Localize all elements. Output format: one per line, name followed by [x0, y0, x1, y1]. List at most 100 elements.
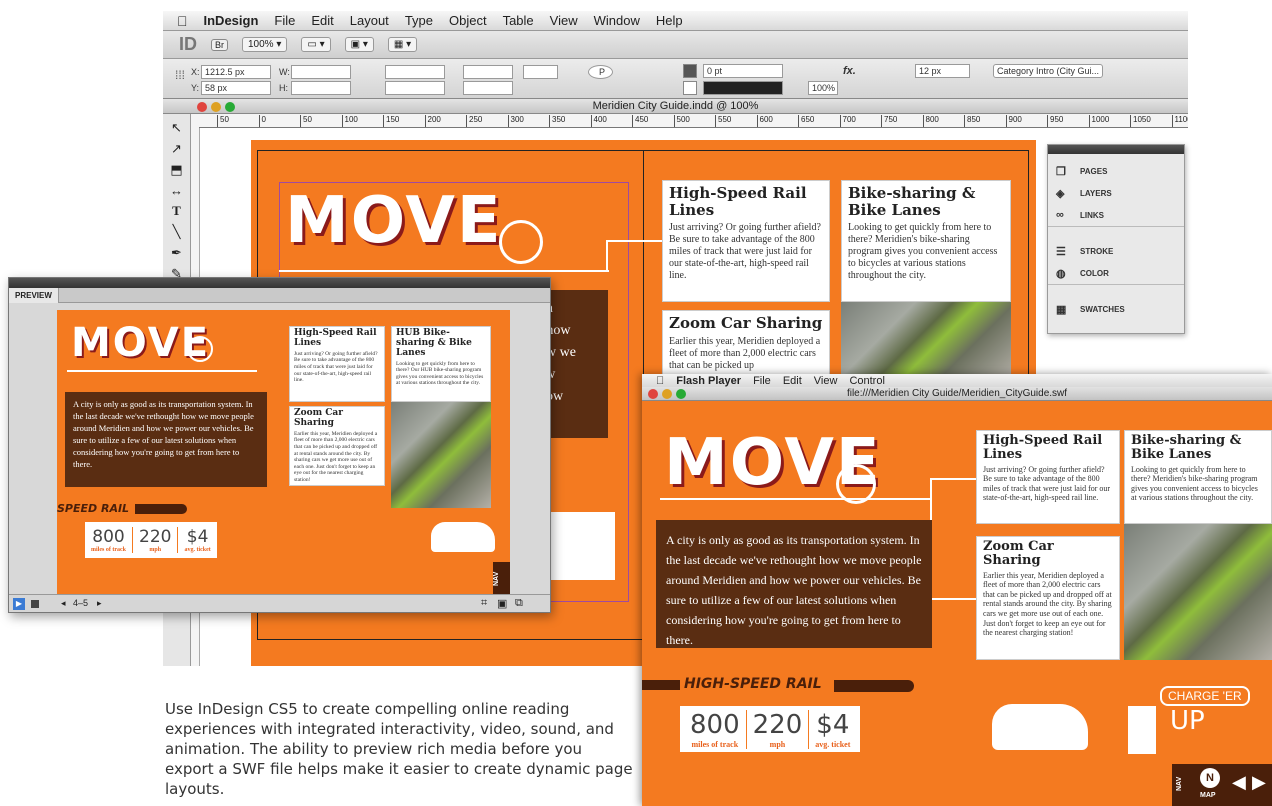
- ruler-tick-label: 250: [466, 115, 482, 127]
- minimize-window-button[interactable]: [211, 102, 221, 112]
- screen-mode-dropdown[interactable]: ▣ ▾: [344, 37, 374, 52]
- next-page-icon[interactable]: ▸: [97, 598, 102, 609]
- menu-layout[interactable]: Layout: [350, 13, 389, 28]
- menu-view[interactable]: View: [814, 375, 838, 387]
- direct-selection-tool-icon[interactable]: ↗: [171, 141, 182, 157]
- pen-tool-icon[interactable]: ✒: [171, 245, 182, 261]
- preview-document-icon[interactable]: ⧉: [515, 597, 523, 610]
- selection-tool-icon[interactable]: ↖: [171, 120, 182, 136]
- panel-header[interactable]: [1048, 145, 1184, 154]
- stroke-weight-field[interactable]: 0 pt: [703, 64, 783, 78]
- stop-icon[interactable]: [31, 600, 39, 608]
- panel-item-pages[interactable]: ❒ PAGES: [1048, 160, 1184, 182]
- menu-edit[interactable]: Edit: [783, 375, 802, 387]
- type-tool-icon[interactable]: T: [172, 203, 181, 219]
- tab-preview[interactable]: PREVIEW: [9, 288, 59, 303]
- panel-item-layers[interactable]: ◈ LAYERS: [1048, 182, 1184, 204]
- card-zoom-car-sharing[interactable]: Zoom Car Sharing Earlier this year, Meri…: [976, 536, 1120, 660]
- zoom-window-button[interactable]: [676, 389, 686, 399]
- page-tool-icon[interactable]: ⬒: [170, 162, 182, 178]
- menu-file[interactable]: File: [274, 13, 295, 28]
- preview-panel-header[interactable]: [9, 278, 550, 288]
- scale-x-field[interactable]: [385, 65, 445, 79]
- arrange-documents-dropdown[interactable]: ▦ ▾: [387, 37, 418, 52]
- x-field[interactable]: 1212.5 px: [201, 65, 271, 79]
- p-glyph-button[interactable]: P: [588, 65, 613, 79]
- effects-button[interactable]: fx.: [843, 65, 856, 77]
- gap-tool-icon[interactable]: ↔: [170, 183, 183, 198]
- menu-type[interactable]: Type: [405, 13, 433, 28]
- panel-item-links[interactable]: ∞ LINKS: [1048, 204, 1184, 226]
- view-options-dropdown[interactable]: ▭ ▾: [301, 37, 331, 52]
- stat-value: 800: [92, 527, 125, 547]
- panel-divider: [1048, 284, 1184, 298]
- charge-label: CHARGE 'ER: [1160, 686, 1250, 706]
- train-icon: [834, 680, 914, 692]
- spacing-field[interactable]: 12 px: [915, 64, 970, 78]
- minimize-window-button[interactable]: [662, 389, 672, 399]
- reference-point-icon[interactable]: ⁞⁞⁞: [175, 68, 185, 82]
- w-field[interactable]: [291, 65, 351, 79]
- bridge-button[interactable]: Br: [211, 38, 228, 51]
- opacity-field[interactable]: 100%: [808, 81, 838, 95]
- card-zoom-car-sharing[interactable]: Zoom Car Sharing Earlier this year, Meri…: [662, 310, 830, 378]
- card-title: High-Speed Rail Lines: [983, 433, 1103, 463]
- menu-view[interactable]: View: [550, 13, 578, 28]
- fill-swatch[interactable]: [683, 64, 697, 78]
- map-icon[interactable]: N: [1200, 768, 1220, 788]
- stroke-type-dropdown[interactable]: [703, 81, 783, 95]
- stroke-swatch[interactable]: [683, 81, 697, 95]
- card-zoom-car-sharing[interactable]: Zoom Car Sharing Earlier this year, Meri…: [289, 406, 385, 486]
- menu-help[interactable]: Help: [656, 13, 683, 28]
- car-frame[interactable]: [551, 512, 615, 580]
- card-title: Bike-sharing & Bike Lanes: [848, 184, 976, 219]
- control-panel: ⁞⁞⁞ X: 1212.5 px Y: 58 px W: H: P 0 pt 1…: [163, 59, 1188, 99]
- menu-app-name[interactable]: Flash Player: [676, 375, 741, 387]
- car-icon: [992, 704, 1088, 750]
- rotate-field[interactable]: [463, 65, 513, 79]
- menu-edit[interactable]: Edit: [311, 13, 333, 28]
- menu-window[interactable]: Window: [594, 13, 640, 28]
- zoom-window-button[interactable]: [225, 102, 235, 112]
- line-tool-icon[interactable]: ╲: [173, 224, 181, 240]
- apple-icon[interactable]: : [177, 13, 188, 29]
- ruler-tick-label: 500: [673, 115, 690, 127]
- card-body: Looking to get quickly from here to ther…: [848, 222, 998, 281]
- menu-table[interactable]: Table: [503, 13, 534, 28]
- preview-selection-icon[interactable]: ⌗: [481, 597, 487, 610]
- card-high-speed-rail[interactable]: High-Speed Rail Lines Just arriving? Or …: [976, 430, 1120, 524]
- apple-icon[interactable]: : [656, 375, 664, 387]
- panel-item-stroke[interactable]: ☰ STROKE: [1048, 240, 1184, 262]
- card-bike-sharing[interactable]: HUB Bike-sharing & Bike Lanes Looking to…: [391, 326, 491, 402]
- corner-field[interactable]: [523, 65, 558, 79]
- scale-y-field[interactable]: [385, 81, 445, 95]
- nav-tag: NAV: [1176, 776, 1183, 792]
- forward-arrow-icon[interactable]: ▶: [1252, 772, 1266, 793]
- card-high-speed-rail[interactable]: High-Speed Rail Lines Just arriving? Or …: [289, 326, 385, 402]
- preview-content[interactable]: MOVE A city is only as good as its trans…: [57, 310, 510, 596]
- train-icon: [135, 504, 187, 514]
- panel-item-color[interactable]: ◍ COLOR: [1048, 262, 1184, 284]
- card-bike-sharing[interactable]: Bike-sharing & Bike Lanes Looking to get…: [1124, 430, 1272, 524]
- menu-file[interactable]: File: [753, 375, 771, 387]
- back-arrow-icon[interactable]: ◀: [1232, 772, 1246, 793]
- y-field[interactable]: 58 px: [201, 81, 271, 95]
- panel-item-swatches[interactable]: ▦ SWATCHES: [1048, 298, 1184, 320]
- h-field[interactable]: [291, 81, 351, 95]
- stroke-icon: ☰: [1056, 245, 1066, 258]
- shear-field[interactable]: [463, 81, 513, 95]
- object-style-dropdown[interactable]: Category Intro (City Gui...: [993, 64, 1103, 78]
- zoom-dropdown[interactable]: 100% ▾: [242, 37, 288, 52]
- play-icon[interactable]: ▶: [13, 598, 25, 610]
- close-window-button[interactable]: [197, 102, 207, 112]
- card-high-speed-rail[interactable]: High-Speed Rail Lines Just arriving? Or …: [662, 180, 830, 302]
- menu-app-name[interactable]: InDesign: [204, 13, 259, 28]
- connector-line: [279, 270, 609, 272]
- preview-spread-icon[interactable]: ▣: [497, 597, 507, 610]
- previous-page-icon[interactable]: ◂: [61, 598, 66, 609]
- close-window-button[interactable]: [648, 389, 658, 399]
- card-bike-sharing[interactable]: Bike-sharing & Bike Lanes Looking to get…: [841, 180, 1011, 302]
- menu-object[interactable]: Object: [449, 13, 487, 28]
- menu-control[interactable]: Control: [849, 375, 884, 387]
- nav-tag[interactable]: NAV: [493, 562, 510, 596]
